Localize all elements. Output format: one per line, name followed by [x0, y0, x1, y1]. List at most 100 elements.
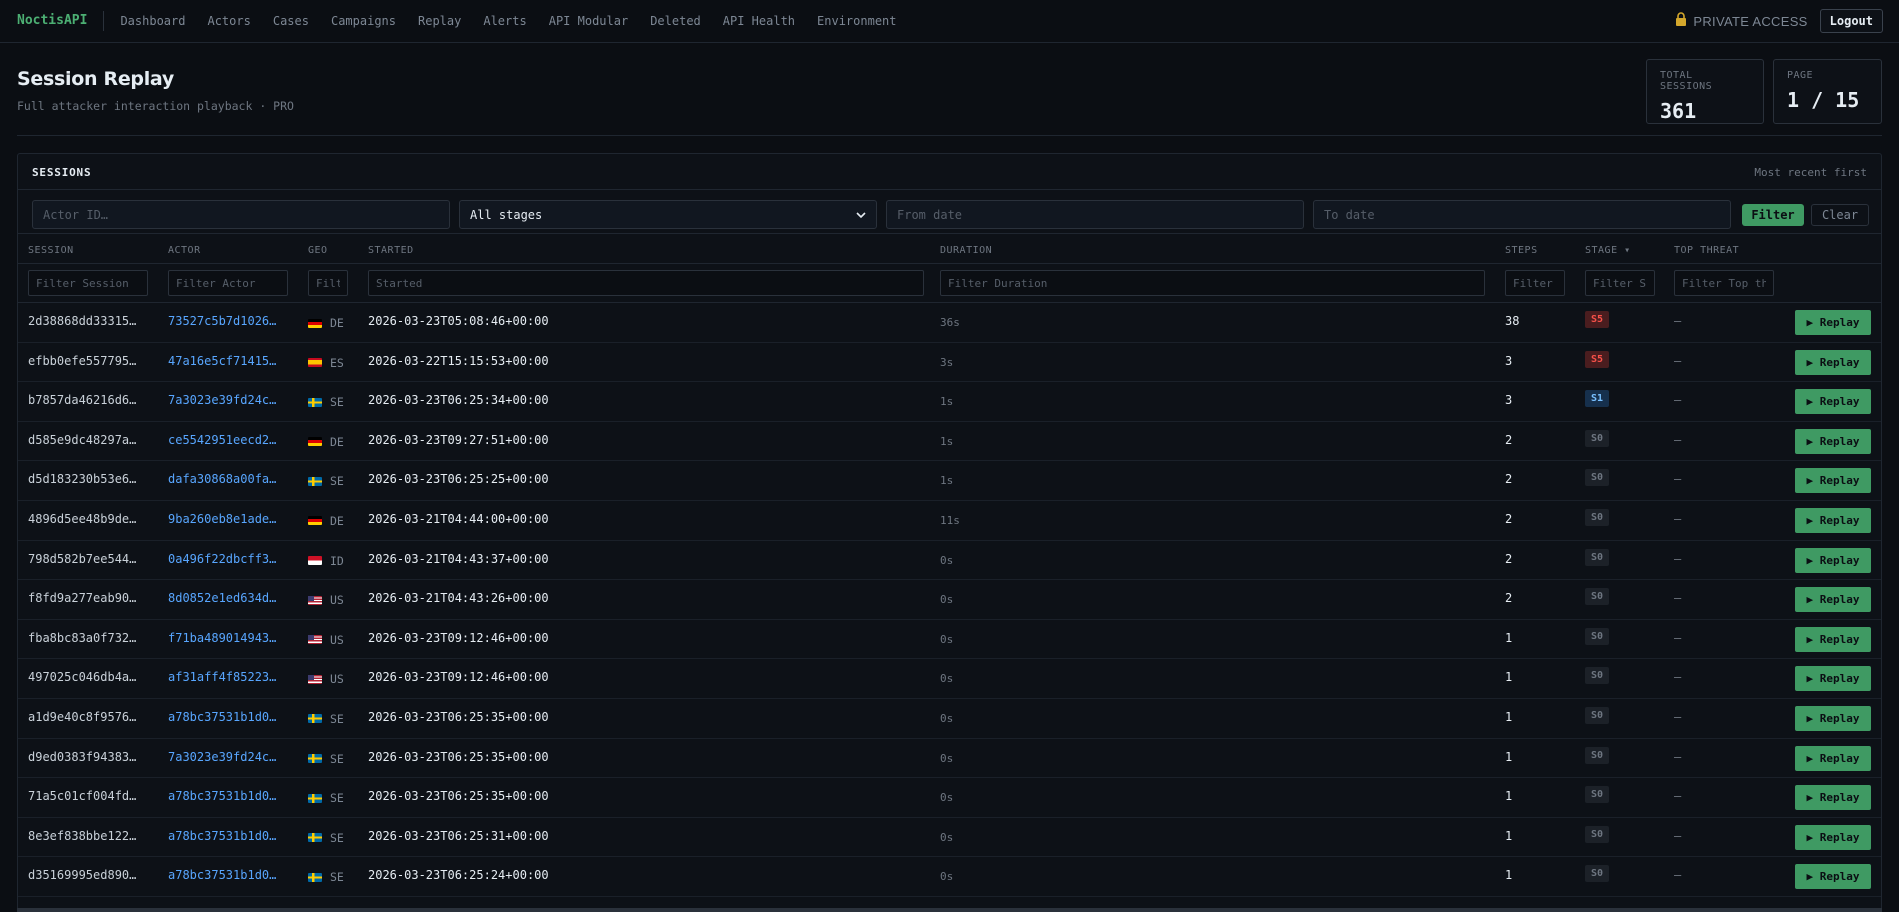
nav-link-environment[interactable]: Environment — [817, 14, 896, 28]
table-row[interactable]: d5d183230b53e6… dafa30868a00fa… SE 2026-03-… — [18, 461, 1881, 501]
session-id[interactable]: d5d183230b53e6… — [28, 472, 136, 486]
actor-link[interactable]: a78bc37531b1d0… — [168, 789, 276, 803]
table-row[interactable]: f8fd9a277eab90… 8d0852e1ed634d… US 2026-03-… — [18, 580, 1881, 620]
session-id[interactable]: a1d9e40c8f9576… — [28, 710, 136, 724]
replay-button[interactable]: ▶ Replay — [1795, 626, 1871, 652]
session-id[interactable]: f8fd9a277eab90… — [28, 591, 136, 605]
session-id[interactable]: 497025c046db4a… — [28, 670, 136, 684]
table-row[interactable]: efbb0efe557795… 47a16e5cf71415… ES 2026-03-… — [18, 343, 1881, 383]
replay-button[interactable]: ▶ Replay — [1795, 745, 1871, 771]
geo-code: ID — [330, 553, 344, 568]
col-duration[interactable]: DURATION — [940, 245, 992, 256]
actor-link[interactable]: 7a3023e39fd24c… — [168, 750, 276, 764]
filter-bar: All stages Filter Clear — [18, 190, 1881, 234]
filter-duration-input[interactable] — [940, 270, 1485, 296]
session-id[interactable]: d9ed0383f94383… — [28, 750, 136, 764]
table-row[interactable]: d35169995ed890… a78bc37531b1d0… SE 2026-03-… — [18, 857, 1881, 897]
replay-button[interactable]: ▶ Replay — [1795, 507, 1871, 533]
steps-count: 1 — [1505, 828, 1513, 843]
nav-link-deleted[interactable]: Deleted — [650, 14, 701, 28]
replay-button[interactable]: ▶ Replay — [1795, 864, 1871, 890]
actor-link[interactable]: 73527c5b7d1026… — [168, 314, 276, 328]
session-id[interactable]: b7857da46216d6… — [28, 393, 136, 407]
replay-button[interactable]: ▶ Replay — [1795, 547, 1871, 573]
stage-select[interactable]: All stages — [459, 200, 877, 229]
table-row[interactable]: 798d582b7ee544… 0a496f22dbcff3… ID 2026-03-… — [18, 541, 1881, 581]
actor-link[interactable]: 8d0852e1ed634d… — [168, 591, 276, 605]
to-date-input[interactable] — [1313, 200, 1731, 229]
session-id[interactable]: efbb0efe557795… — [28, 354, 136, 368]
filter-stage-input[interactable] — [1585, 270, 1655, 296]
filter-top-threat-input[interactable] — [1674, 270, 1774, 296]
session-id[interactable]: fba8bc83a0f732… — [28, 631, 136, 645]
col-geo[interactable]: GEO — [308, 245, 328, 256]
logout-button[interactable]: Logout — [1819, 9, 1883, 33]
replay-button[interactable]: ▶ Replay — [1795, 824, 1871, 850]
table-row[interactable]: a1d9e40c8f9576… a78bc37531b1d0… SE 2026-03-… — [18, 699, 1881, 739]
table-row[interactable]: d585e9dc48297a… ce5542951eecd2… DE 2026-03-… — [18, 422, 1881, 462]
col-top-threat[interactable]: TOP THREAT — [1674, 245, 1739, 256]
table-row[interactable]: 8e3ef838bbe122… a78bc37531b1d0… SE 2026-03-… — [18, 818, 1881, 858]
actor-link[interactable]: a78bc37531b1d0… — [168, 829, 276, 843]
actor-link[interactable]: dafa30868a00fa… — [168, 472, 276, 486]
stage-badge: S0 — [1585, 627, 1610, 645]
nav-link-replay[interactable]: Replay — [418, 14, 461, 28]
nav-link-api-modular[interactable]: API Modular — [549, 14, 628, 28]
filter-geo-input[interactable] — [308, 270, 348, 296]
session-id[interactable]: 798d582b7ee544… — [28, 552, 136, 566]
session-id[interactable]: 71a5c01cf004fd… — [28, 789, 136, 803]
replay-button[interactable]: ▶ Replay — [1795, 428, 1871, 454]
table-row[interactable]: b7857da46216d6… 7a3023e39fd24c… SE 2026-03-… — [18, 382, 1881, 422]
nav-link-api-health[interactable]: API Health — [723, 14, 795, 28]
filter-button[interactable]: Filter — [1742, 204, 1804, 226]
filter-session-input[interactable] — [28, 270, 148, 296]
nav-link-actors[interactable]: Actors — [207, 14, 250, 28]
table-row[interactable]: 4896d5ee48b9de… 9ba260eb8e1ade… DE 2026-03-… — [18, 501, 1881, 541]
actor-link[interactable]: a78bc37531b1d0… — [168, 710, 276, 724]
col-stage[interactable]: STAGE ▾ — [1585, 245, 1631, 256]
table-row[interactable]: d9ed0383f94383… 7a3023e39fd24c… SE 2026-03-… — [18, 739, 1881, 779]
replay-button[interactable]: ▶ Replay — [1795, 349, 1871, 375]
replay-button[interactable]: ▶ Replay — [1795, 468, 1871, 494]
filter-actor-input[interactable] — [168, 270, 288, 296]
col-started[interactable]: STARTED — [368, 245, 414, 256]
nav-link-cases[interactable]: Cases — [273, 14, 309, 28]
replay-button[interactable]: ▶ Replay — [1795, 785, 1871, 811]
actor-link[interactable]: 0a496f22dbcff3… — [168, 552, 276, 566]
actor-link[interactable]: f71ba489014943… — [168, 631, 276, 645]
brand-logo[interactable]: NoctisAPI — [17, 11, 105, 31]
from-date-input[interactable] — [886, 200, 1304, 229]
session-id[interactable]: d35169995ed890… — [28, 868, 136, 882]
replay-button[interactable]: ▶ Replay — [1795, 310, 1871, 335]
horizontal-scrollbar[interactable] — [17, 908, 1882, 912]
actor-link[interactable]: ce5542951eecd2… — [168, 433, 276, 447]
actor-link[interactable]: 47a16e5cf71415… — [168, 354, 276, 368]
replay-button[interactable]: ▶ Replay — [1795, 587, 1871, 613]
col-session[interactable]: SESSION — [28, 245, 74, 256]
top-threat-value: — — [1674, 393, 1682, 408]
col-steps[interactable]: STEPS — [1505, 245, 1538, 256]
actor-link[interactable]: 9ba260eb8e1ade… — [168, 512, 276, 526]
session-id[interactable]: d585e9dc48297a… — [28, 433, 136, 447]
col-actor[interactable]: ACTOR — [168, 245, 201, 256]
filter-started-input[interactable] — [368, 270, 924, 296]
nav-link-alerts[interactable]: Alerts — [483, 14, 526, 28]
replay-button[interactable]: ▶ Replay — [1795, 666, 1871, 692]
filter-steps-input[interactable] — [1505, 270, 1565, 296]
session-id[interactable]: 4896d5ee48b9de… — [28, 512, 136, 526]
session-id[interactable]: 8e3ef838bbe122… — [28, 829, 136, 843]
session-id[interactable]: 2d38868dd33315… — [28, 314, 136, 328]
actor-link[interactable]: a78bc37531b1d0… — [168, 868, 276, 882]
actor-link[interactable]: 7a3023e39fd24c… — [168, 393, 276, 407]
nav-link-campaigns[interactable]: Campaigns — [331, 14, 396, 28]
replay-button[interactable]: ▶ Replay — [1795, 389, 1871, 415]
nav-link-dashboard[interactable]: Dashboard — [120, 14, 185, 28]
clear-button[interactable]: Clear — [1811, 204, 1869, 226]
actor-id-input[interactable] — [32, 200, 450, 229]
table-row[interactable]: 2d38868dd33315… 73527c5b7d1026… DE 2026-03-… — [18, 303, 1881, 343]
table-row[interactable]: fba8bc83a0f732… f71ba489014943… US 2026-03-… — [18, 620, 1881, 660]
actor-link[interactable]: af31aff4f85223… — [168, 670, 276, 684]
table-row[interactable]: 497025c046db4a… af31aff4f85223… US 2026-03-… — [18, 659, 1881, 699]
table-row[interactable]: 71a5c01cf004fd… a78bc37531b1d0… SE 2026-03-… — [18, 778, 1881, 818]
replay-button[interactable]: ▶ Replay — [1795, 705, 1871, 731]
